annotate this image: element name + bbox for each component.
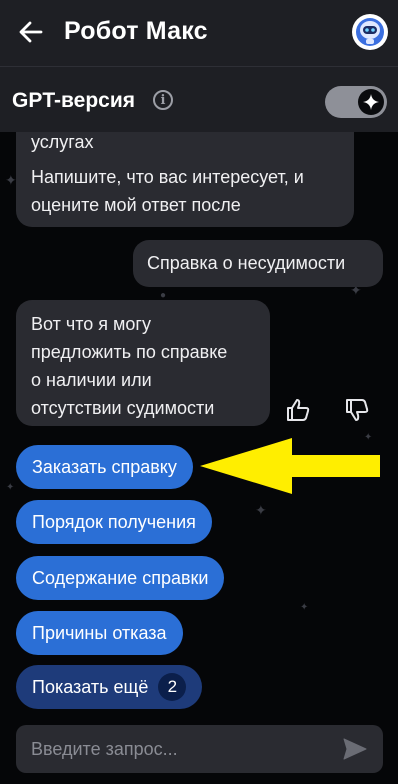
- chat-area[interactable]: ✦ ✦ ● ✦ ✦ ✦ ✦ услугах Напишите, что вас …: [0, 132, 398, 716]
- quick-reply-contents[interactable]: Содержание справки: [16, 556, 225, 600]
- message-line: услугах: [31, 132, 94, 152]
- quick-reply-procedure[interactable]: Порядок получения: [16, 500, 212, 544]
- dislike-button[interactable]: [342, 395, 372, 425]
- bot-message: услугах Напишите, что вас интересует, и …: [16, 132, 354, 227]
- message-line: Вот что я могу: [31, 314, 151, 334]
- message-line: отсутствии судимости: [31, 398, 215, 418]
- show-more-count: 2: [158, 673, 187, 701]
- message-line: о наличии или: [31, 370, 152, 390]
- chat-title: Робот Макс: [64, 17, 208, 45]
- sparkle-icon: [363, 94, 379, 110]
- app-header: Робот Макс: [0, 0, 398, 66]
- background-star: ✦: [255, 502, 267, 518]
- message-line: оцените мой ответ после: [31, 195, 241, 215]
- quick-reply-refusal-reasons[interactable]: Причины отказа: [16, 611, 183, 655]
- background-star: ✦: [5, 172, 17, 188]
- user-message: Справка о несудимости: [133, 240, 383, 287]
- info-glyph: i: [160, 92, 166, 108]
- send-icon: [343, 738, 367, 760]
- bot-message: Вот что я могу предложить по справке о н…: [16, 300, 270, 426]
- message-line: предложить по справке: [31, 342, 228, 362]
- arrow-left-icon: [19, 21, 43, 43]
- quick-reply-order-certificate[interactable]: Заказать справку: [16, 445, 193, 489]
- message-input[interactable]: [16, 725, 383, 773]
- show-more-button[interactable]: Показать ещё 2: [16, 665, 203, 709]
- thumbs-down-icon: [346, 399, 369, 421]
- gpt-version-label: GPT-версия: [12, 89, 135, 112]
- robot-avatar-icon: [356, 18, 384, 46]
- toggle-knob: [358, 89, 384, 115]
- yellow-arrow-left-icon: [200, 438, 380, 494]
- back-button[interactable]: [18, 19, 44, 45]
- gpt-toggle[interactable]: [325, 86, 387, 118]
- composer: [0, 716, 398, 784]
- background-star: ✦: [300, 602, 309, 613]
- bot-avatar[interactable]: [352, 14, 388, 50]
- info-icon[interactable]: i: [153, 90, 173, 110]
- gpt-version-bar: GPT-версия i: [0, 66, 398, 132]
- show-more-label: Показать ещё: [32, 676, 149, 697]
- background-star: ✦: [6, 482, 15, 493]
- like-button[interactable]: [283, 395, 313, 425]
- send-button[interactable]: [340, 735, 370, 763]
- thumbs-up-icon: [287, 399, 310, 421]
- message-line: Напишите, что вас интересует, и: [31, 167, 304, 187]
